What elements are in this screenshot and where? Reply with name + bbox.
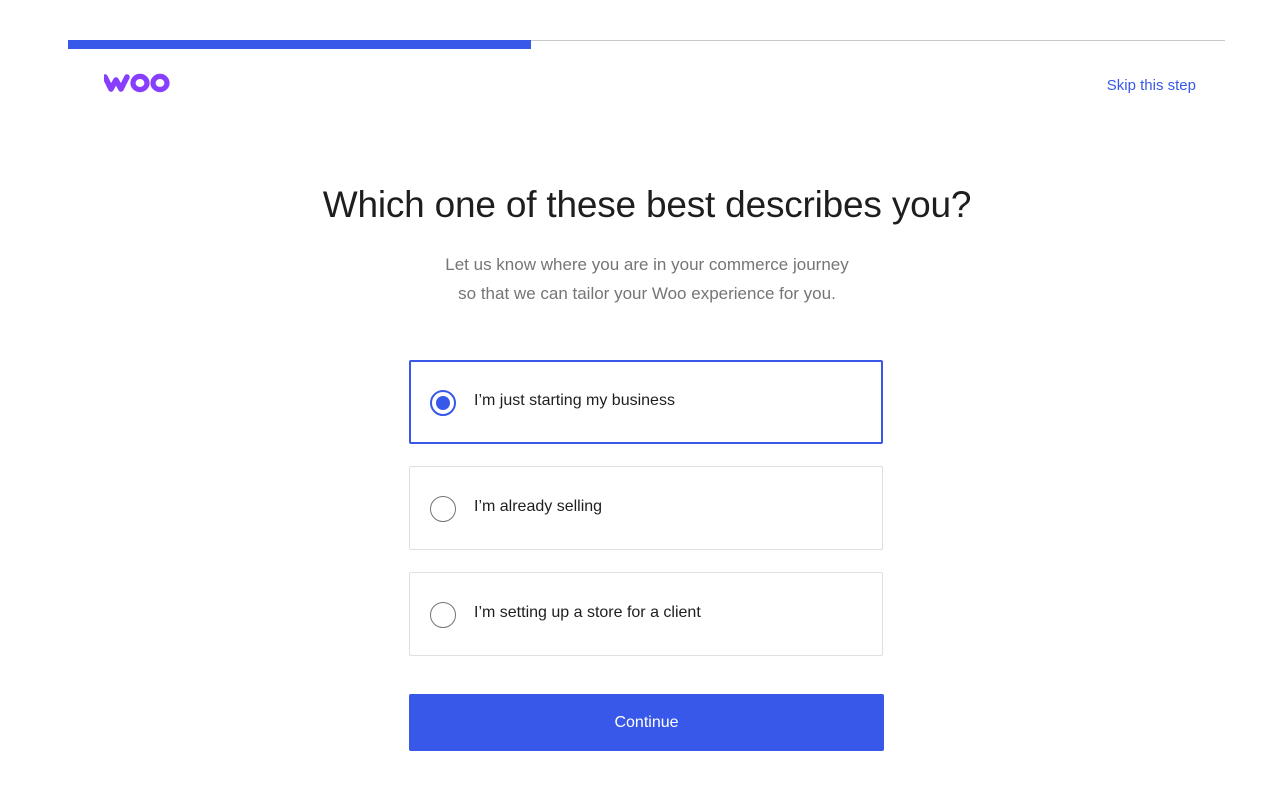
option-store-for-client[interactable]: I’m setting up a store for a client xyxy=(409,572,883,656)
skip-step-link[interactable]: Skip this step xyxy=(1107,77,1196,94)
radio-button[interactable] xyxy=(430,496,456,522)
progress-bar xyxy=(68,40,531,49)
woo-logo xyxy=(104,73,170,93)
option-label: I’m already selling xyxy=(474,498,603,515)
radio-button[interactable] xyxy=(430,602,456,628)
option-label: I’m setting up a store for a client xyxy=(474,604,701,621)
option-label: I’m just starting my business xyxy=(474,392,675,409)
option-already-selling[interactable]: I’m already selling xyxy=(409,466,883,550)
radio-button-selected[interactable] xyxy=(430,390,456,416)
page-title: Which one of these best describes you? xyxy=(322,184,972,225)
subtitle-line: Let us know where you are in your commer… xyxy=(445,255,849,274)
radio-dot-icon xyxy=(436,396,450,410)
page-subtitle: Let us know where you are in your commer… xyxy=(0,250,1272,308)
option-starting-business[interactable]: I’m just starting my business xyxy=(409,360,883,444)
continue-button[interactable]: Continue xyxy=(409,694,884,751)
subtitle-line: so that we can tailor your Woo experienc… xyxy=(458,284,836,303)
